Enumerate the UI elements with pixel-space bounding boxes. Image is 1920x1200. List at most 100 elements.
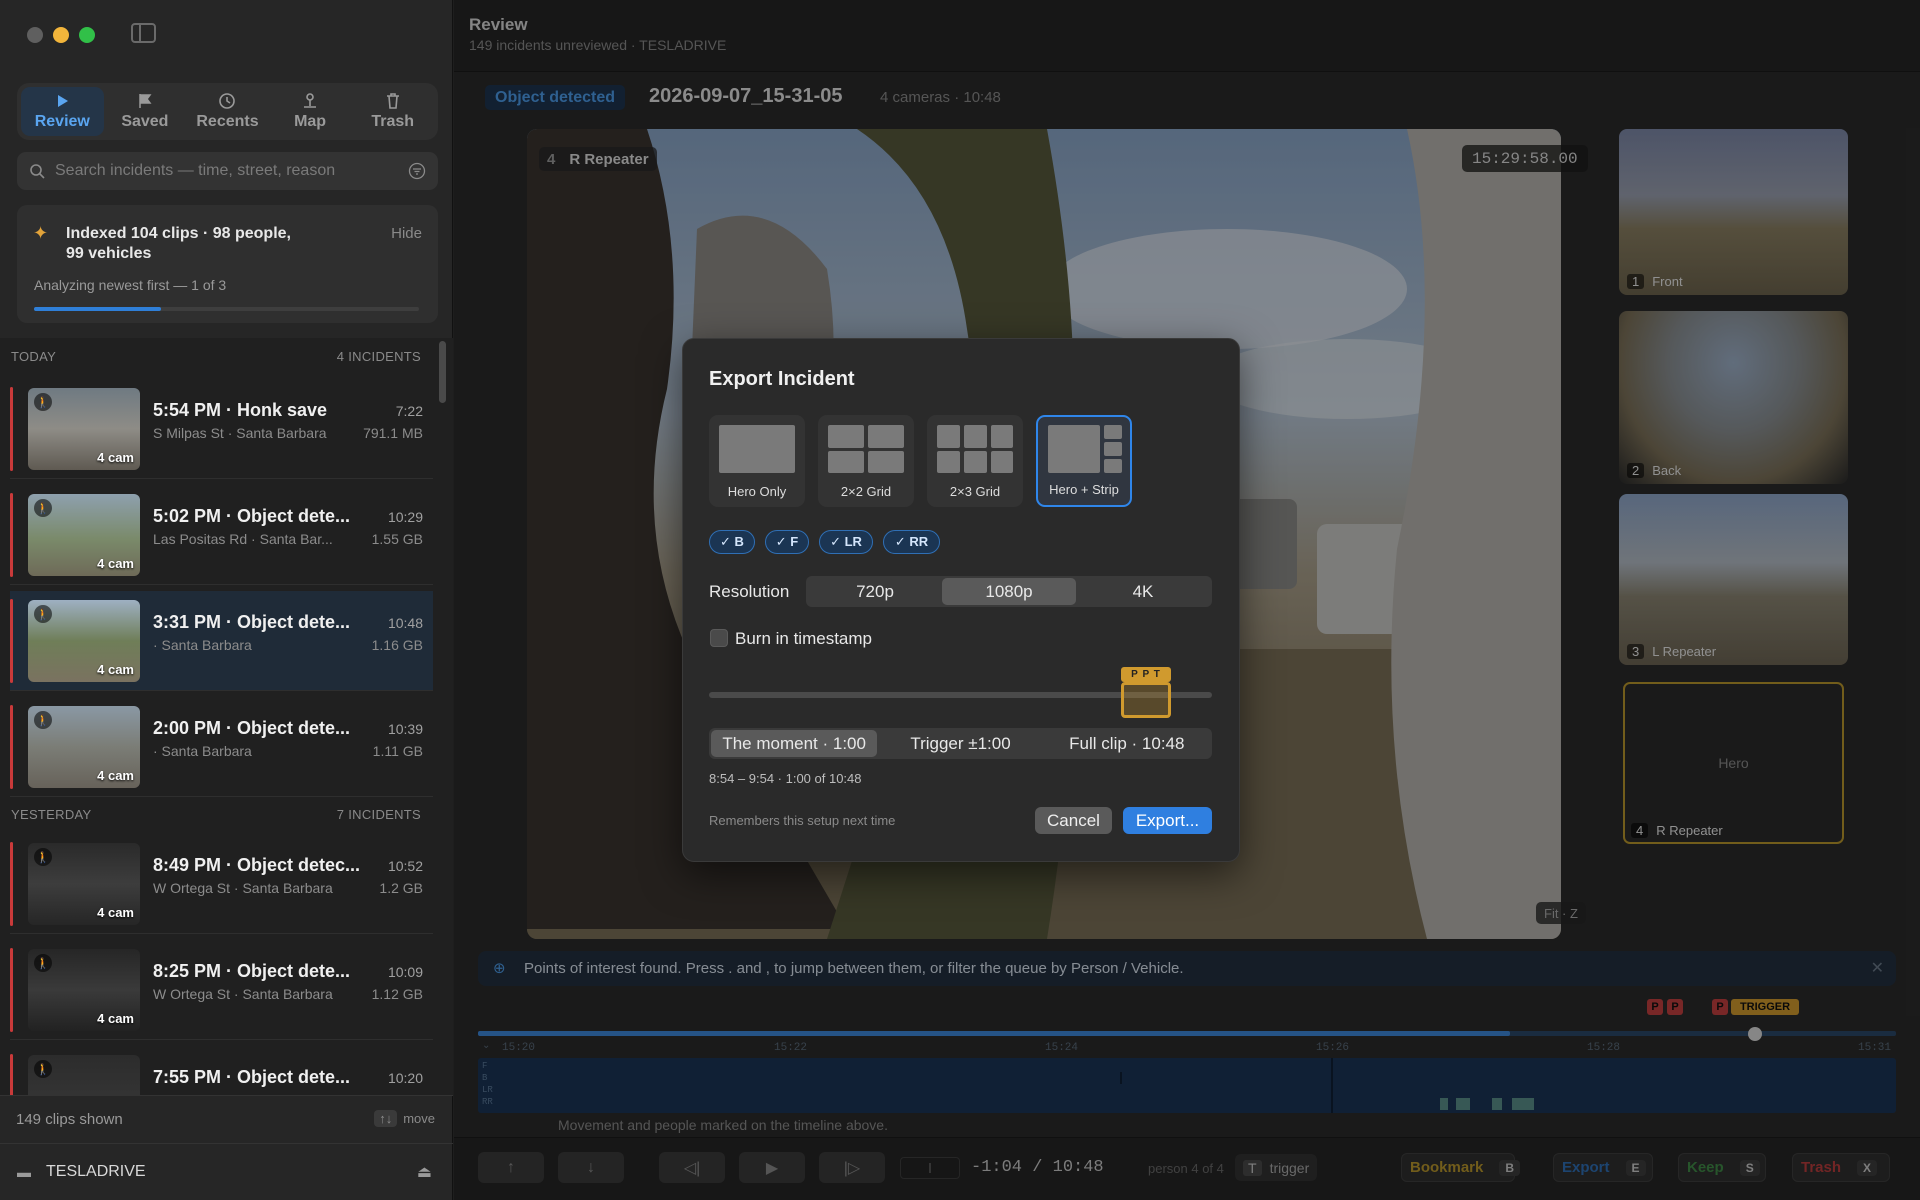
index-summary-line2: 99 vehicles (66, 245, 152, 262)
layout-preview (991, 425, 1013, 448)
layout-preview (1104, 459, 1122, 473)
range-mode-moment[interactable]: The moment · 1:00 (711, 730, 878, 757)
tab-recents-label: Recents (196, 113, 259, 130)
range-mode-trigger[interactable]: Trigger ±1:00 (877, 730, 1043, 757)
layout-label: Hero Only (727, 484, 787, 499)
camera-chip-front[interactable]: ✓ F (765, 530, 809, 554)
incident-duration: 10:29 (387, 509, 423, 525)
search-icon (30, 164, 45, 179)
close-window-button[interactable] (27, 27, 43, 43)
list-item[interactable]: 🚶 4 cam 8:25 PM · Object dete... W Orteg… (10, 940, 433, 1040)
incident-duration: 10:48 (387, 615, 423, 631)
move-keys: ↑↓ (374, 1110, 398, 1127)
tab-saved[interactable]: Saved (104, 87, 187, 136)
eject-icon[interactable]: ⏏ (417, 1162, 432, 1182)
range-summary: 8:54 – 9:54 · 1:00 of 10:48 (709, 771, 862, 786)
minimize-window-button[interactable] (53, 27, 69, 43)
index-summary: Indexed 104 clips · 98 people, 99 vehicl… (66, 224, 291, 264)
incident-location: S Milpas St · Santa Barbara (153, 425, 327, 441)
export-button[interactable]: Export... (1123, 807, 1212, 834)
camera-count: 4 cam (97, 450, 134, 465)
cancel-button[interactable]: Cancel (1035, 807, 1112, 834)
incident-size: 1.2 GB (379, 880, 423, 896)
resolution-label: Resolution (709, 582, 790, 601)
section-today-label: TODAY (11, 349, 57, 364)
footer-divider-2 (0, 1143, 453, 1144)
filter-icon[interactable] (408, 162, 426, 180)
incident-thumbnail: 🚶 4 cam (28, 949, 140, 1031)
layout-hero-only[interactable]: Hero Only (709, 415, 805, 507)
camera-chip-left-repeater[interactable]: ✓ LR (819, 530, 873, 554)
layout-preview (868, 451, 904, 473)
camera-count: 4 cam (97, 768, 134, 783)
resolution-4k[interactable]: 4K (1076, 578, 1210, 605)
hide-button[interactable]: Hide (391, 225, 422, 242)
tab-trash[interactable]: Trash (351, 87, 434, 136)
indexing-card: ✦ Indexed 104 clips · 98 people, 99 vehi… (17, 205, 438, 323)
incident-location: W Ortega St · Santa Barbara (153, 880, 333, 896)
incident-thumbnail: 🚶 (28, 1055, 140, 1095)
camera-chip-back[interactable]: ✓ B (709, 530, 755, 554)
camera-count: 4 cam (97, 1011, 134, 1026)
list-item-selected[interactable]: 🚶 4 cam 3:31 PM · Object dete... · Santa… (10, 591, 433, 691)
layout-2x2-grid[interactable]: 2×2 Grid (818, 415, 914, 507)
list-item[interactable]: 🚶 7:55 PM · Object dete... 10:20 (10, 1046, 433, 1095)
range-mode-full-clip[interactable]: Full clip · 10:48 (1044, 730, 1210, 757)
resolution-1080p[interactable]: 1080p (942, 578, 1076, 605)
incident-title: 2:00 PM · Object dete... (153, 718, 351, 738)
search-field[interactable]: Search incidents — time, street, reason (17, 152, 438, 190)
move-hint: ↑↓ move (374, 1110, 435, 1127)
layout-preview (1048, 425, 1100, 473)
incident-location: · Santa Barbara (153, 637, 252, 653)
footer-divider (0, 1095, 453, 1096)
tab-map[interactable]: Map (269, 87, 352, 136)
burn-timestamp-label: Burn in timestamp (735, 629, 872, 648)
list-item[interactable]: 🚶 4 cam 8:49 PM · Object detec... W Orte… (10, 834, 433, 934)
drive-icon: ▬ (17, 1164, 31, 1180)
incident-thumbnail: 🚶 4 cam (28, 494, 140, 576)
incident-duration: 10:20 (387, 1070, 423, 1086)
sidebar-toggle-icon[interactable] (131, 23, 156, 43)
tab-saved-label: Saved (121, 113, 169, 130)
flag-icon (139, 94, 152, 108)
person-icon: 🚶 (34, 848, 52, 866)
layout-hero-strip[interactable]: Hero + Strip (1036, 415, 1132, 507)
incident-severity-bar (10, 705, 13, 789)
section-today-count: 4 INCIDENTS (336, 349, 421, 364)
burn-timestamp-checkbox[interactable] (710, 629, 728, 647)
list-item[interactable]: 🚶 4 cam 5:02 PM · Object dete... Las Pos… (10, 485, 433, 585)
range-selection-handle[interactable] (1121, 682, 1171, 718)
layout-label: 2×3 Grid (949, 484, 1001, 499)
layout-2x3-grid[interactable]: 2×3 Grid (927, 415, 1023, 507)
resolution-720p[interactable]: 720p (808, 578, 942, 605)
tab-recents[interactable]: Recents (186, 87, 269, 136)
section-today: TODAY 4 INCIDENTS (11, 349, 421, 364)
incident-title: 5:54 PM · Honk save (153, 400, 328, 420)
layout-preview (1104, 442, 1122, 456)
list-item[interactable]: 🚶 4 cam 2:00 PM · Object dete... · Santa… (10, 697, 433, 797)
incident-duration: 10:39 (387, 721, 423, 737)
incident-duration: 10:09 (387, 964, 423, 980)
pin-icon (304, 93, 317, 108)
tab-map-label: Map (294, 113, 327, 130)
person-icon: 🚶 (34, 605, 52, 623)
list-item[interactable]: 🚶 4 cam 5:54 PM · Honk save S Milpas St … (10, 379, 433, 479)
list-scrollbar[interactable] (439, 341, 446, 403)
layout-preview (964, 451, 987, 473)
index-progress-track (34, 307, 419, 311)
zoom-window-button[interactable] (79, 27, 95, 43)
incident-location: Las Positas Rd · Santa Bar... (153, 531, 333, 547)
incident-thumbnail: 🚶 4 cam (28, 706, 140, 788)
layout-preview (828, 451, 864, 473)
incident-severity-bar (10, 948, 13, 1032)
camera-chip-right-repeater[interactable]: ✓ RR (883, 530, 940, 554)
person-icon: 🚶 (34, 499, 52, 517)
dialog-title: Export Incident (709, 368, 855, 390)
tab-review[interactable]: Review (21, 87, 104, 136)
layout-preview (991, 451, 1013, 473)
search-input[interactable]: Search incidents — time, street, reason (55, 162, 398, 180)
incident-duration: 10:52 (387, 858, 423, 874)
incident-title: 8:25 PM · Object dete... (153, 961, 351, 981)
tab-review-label: Review (34, 113, 90, 130)
section-yesterday: YESTERDAY 7 INCIDENTS (11, 807, 421, 822)
